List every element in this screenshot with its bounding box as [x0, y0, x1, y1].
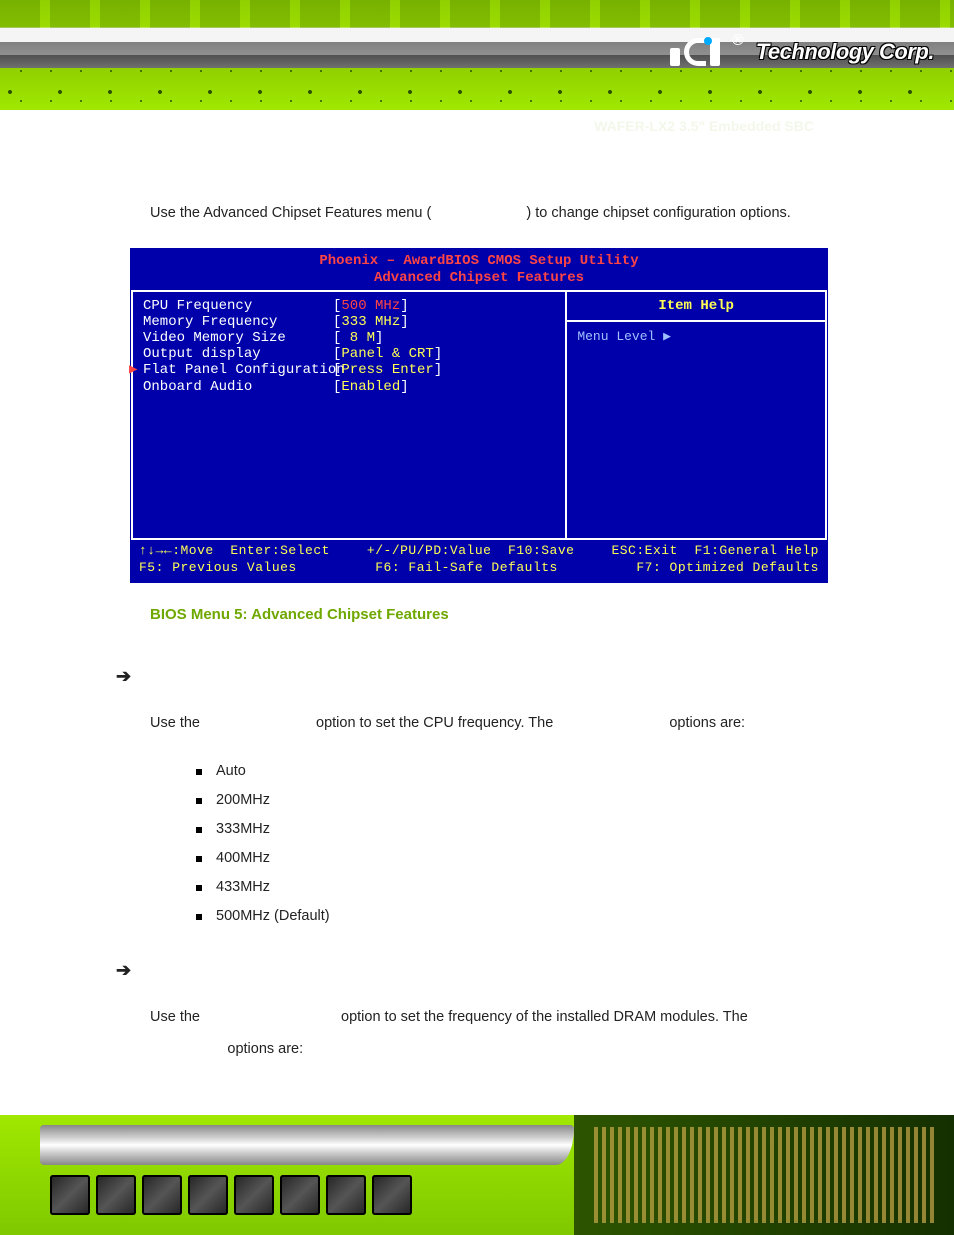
bios-setting-label: Flat Panel Configuration — [143, 362, 333, 378]
iei-logo-icon — [670, 38, 720, 66]
cpu-para-b2: CPU Frequency — [557, 715, 665, 731]
footer-connector-graphic — [574, 1115, 954, 1235]
bios-setting-value: [Panel & CRT] — [333, 346, 442, 362]
cpu-frequency-heading-text: CPU Frequency [500MHz] — [141, 662, 323, 691]
intro-paragraph: Use the Advanced Chipset Features menu (… — [150, 200, 870, 228]
bios-footer: ↑↓→←:Move Enter:Select +/-/PU/PD:Value F… — [131, 540, 827, 582]
option-item: 500MHz (Default) — [196, 902, 870, 931]
bios-setting-row: CPU Frequency[500 MHz] — [143, 298, 555, 314]
bios-help-title: Item Help — [567, 292, 825, 322]
intro-ref: BIOS Menu 5 — [435, 205, 522, 221]
bios-setting-row: Video Memory Size[ 8 M] — [143, 330, 555, 346]
section-heading: 6.4 Advanced Chipset Features — [150, 150, 870, 182]
memory-frequency-paragraph: Use the Memory Frequency option to set t… — [150, 1002, 870, 1066]
bios-setting-value: [Enabled] — [333, 379, 409, 395]
bios-setting-row: Flat Panel Configuration[Press Enter] — [143, 362, 555, 378]
mem-para-b1: Memory Frequency — [204, 1009, 337, 1025]
figure-caption: BIOS Menu 5: Advanced Chipset Features — [150, 601, 870, 630]
brand-text-label: Technology Corp — [756, 39, 929, 64]
bios-settings-pane: CPU Frequency[500 MHz]Memory Frequency[3… — [131, 290, 565, 540]
page-footer-band — [0, 1115, 954, 1235]
bios-setting-label: Memory Frequency — [143, 314, 333, 330]
bios-foot-1a: ↑↓→←:Move Enter:Select — [139, 544, 330, 559]
cpu-para-pre: Use the — [150, 715, 204, 731]
option-item: Auto — [196, 757, 870, 786]
bios-setting-value: [500 MHz] — [333, 298, 409, 314]
bios-setting-value: [333 MHz] — [333, 314, 409, 330]
product-name: WAFER-LX2 3.5" Embedded SBC — [594, 118, 814, 134]
option-item: 433MHz — [196, 873, 870, 902]
cpu-frequency-options: Auto200MHz333MHz400MHz433MHz500MHz (Defa… — [196, 757, 870, 931]
cpu-frequency-heading: ➔ CPU Frequency [500MHz] — [116, 659, 870, 693]
bios-setting-value: [Press Enter] — [333, 362, 442, 378]
bios-foot-1c: ESC:Exit F1:General Help — [611, 544, 819, 559]
section-title-text: Advanced Chipset Features — [178, 156, 402, 175]
footer-shelf-graphic — [40, 1125, 574, 1165]
bios-setting-label: CPU Frequency — [143, 298, 333, 314]
cpu-para-mid: option to set the CPU frequency. The — [316, 715, 557, 731]
intro-pre: Use the Advanced Chipset Features menu ( — [150, 205, 431, 221]
page-number: Page 89 — [871, 1089, 924, 1105]
arrow-icon: ➔ — [116, 659, 131, 693]
cpu-para-post: options are: — [669, 715, 745, 731]
option-item: 333MHz — [196, 815, 870, 844]
bios-setting-label: Video Memory Size — [143, 330, 333, 346]
bios-setting-label: Onboard Audio — [143, 379, 333, 395]
bios-screenshot: Phoenix – AwardBIOS CMOS Setup Utility A… — [130, 248, 828, 583]
footer-chips-graphic — [50, 1175, 412, 1215]
bios-foot-2a: F5: Previous Values — [139, 561, 297, 576]
bios-foot-2c: F7: Optimized Defaults — [636, 561, 819, 576]
page-content: 6.4 Advanced Chipset Features Use the Ad… — [150, 150, 870, 1083]
bios-help-body: Menu Level ▶ — [567, 322, 825, 353]
bios-body: CPU Frequency[500 MHz]Memory Frequency[3… — [131, 290, 827, 540]
bios-setting-value: [ 8 M] — [333, 330, 383, 346]
option-item: 400MHz — [196, 844, 870, 873]
bios-setting-row: Memory Frequency[333 MHz] — [143, 314, 555, 330]
bios-foot-2b: F6: Fail-Safe Defaults — [375, 561, 558, 576]
memory-frequency-heading: ➔ Memory Frequency [333MHz] — [116, 953, 870, 987]
memory-frequency-heading-text: Memory Frequency [333MHz] — [141, 956, 349, 985]
registered-mark: ® — [732, 32, 744, 50]
page-header-band: ® Technology Corp. — [0, 0, 954, 110]
bios-foot-1b: +/-/PU/PD:Value F10:Save — [367, 544, 575, 559]
cpu-para-b1: CPU Frequency — [204, 715, 312, 731]
mem-para-mid: option to set the frequency of the insta… — [341, 1009, 752, 1025]
cpu-frequency-paragraph: Use the CPU Frequency option to set the … — [150, 708, 870, 740]
brand-block: ® Technology Corp. — [670, 28, 934, 76]
section-number: 6.4 — [150, 156, 174, 175]
mem-para-pre: Use the — [150, 1009, 204, 1025]
bios-help-pane: Item Help Menu Level ▶ — [565, 290, 827, 540]
bios-subtitle: Advanced Chipset Features — [131, 270, 827, 290]
bios-setting-label: Output display — [143, 346, 333, 362]
option-item: 200MHz — [196, 786, 870, 815]
brand-text: Technology Corp. — [756, 39, 934, 65]
mem-para-post: options are: — [227, 1041, 303, 1057]
intro-post: ) to change chipset configuration option… — [526, 205, 790, 221]
bios-title: Phoenix – AwardBIOS CMOS Setup Utility — [131, 249, 827, 270]
brand-dot: . — [928, 39, 934, 64]
arrow-icon: ➔ — [116, 953, 131, 987]
bios-setting-row: Output display[Panel & CRT] — [143, 346, 555, 362]
bios-setting-row: Onboard Audio[Enabled] — [143, 379, 555, 395]
